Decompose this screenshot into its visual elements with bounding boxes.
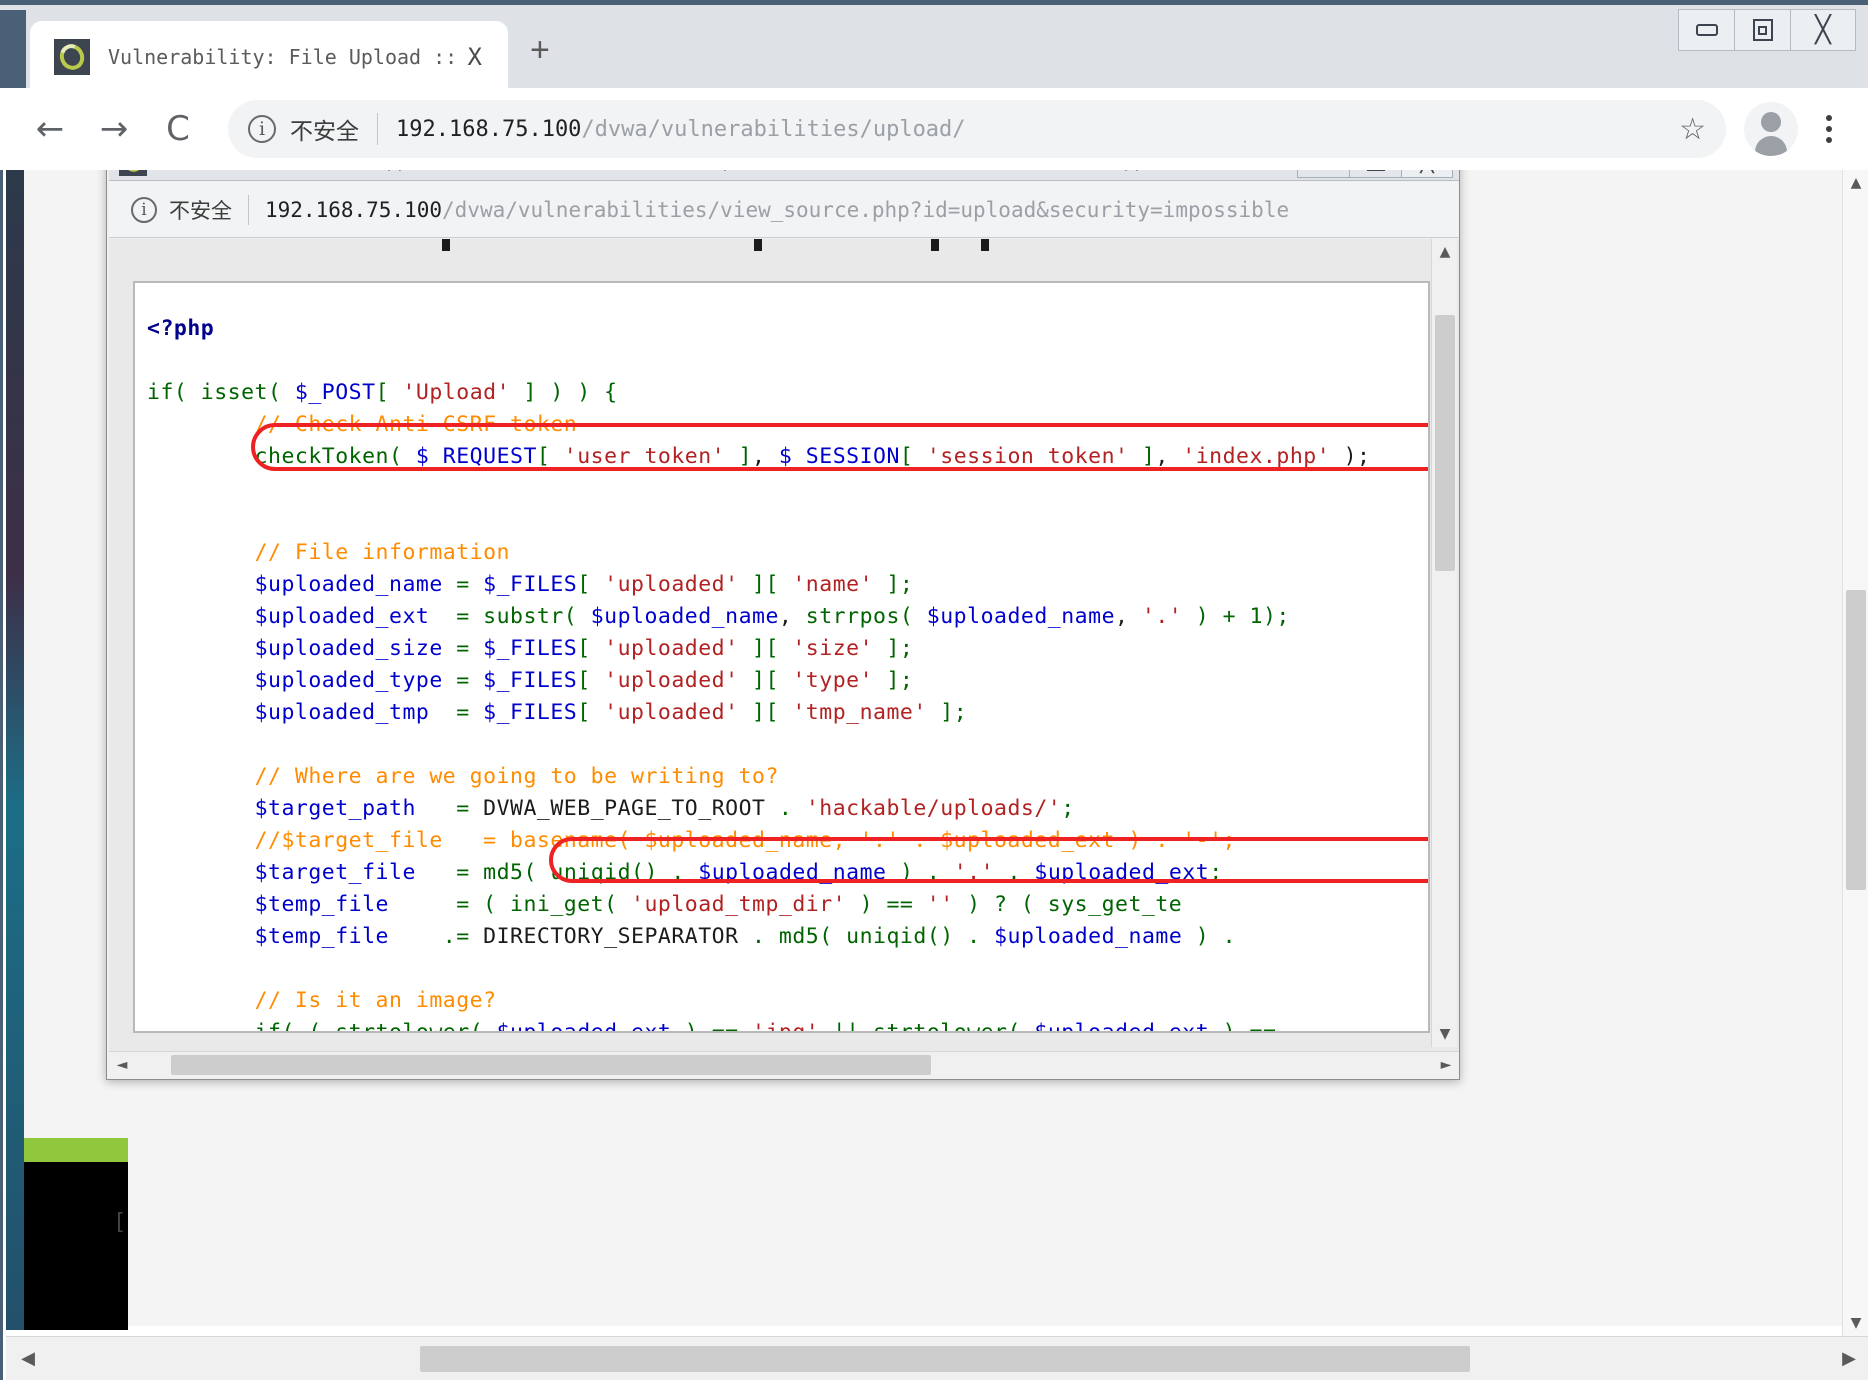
source-code-panel: <?php if( isset( $_POST[ 'Upload' ] ) ) … <box>133 281 1430 1033</box>
url-host: 192.168.75.100 <box>265 197 443 222</box>
scroll-left-icon[interactable]: ◀ <box>6 1337 50 1380</box>
inner-horizontal-scrollbar[interactable]: ◄ ► <box>109 1051 1459 1077</box>
maximize-icon <box>1366 170 1385 171</box>
outer-browser-window: Vulnerability: File Upload :: X + ╳ ← → … <box>0 0 1868 1380</box>
maximize-button[interactable] <box>1735 10 1791 50</box>
scroll-down-icon[interactable]: ▼ <box>1432 1021 1458 1047</box>
page-viewport: [ Damn Vulnerable Web Application (DVWA)… <box>0 170 1868 1380</box>
address-bar[interactable]: i 不安全 192.168.75.100/dvwa/vulnerabilitie… <box>228 100 1726 158</box>
new-tab-button[interactable]: + <box>530 33 550 67</box>
minimize-button[interactable] <box>1679 10 1735 50</box>
not-secure-label: 不安全 <box>290 119 359 145</box>
outer-window-controls: ╳ <box>1678 9 1856 51</box>
scroll-left-icon[interactable]: ◄ <box>109 1052 135 1078</box>
address-bar-url: 192.168.75.100/dvwa/vulnerabilities/uplo… <box>396 117 1667 142</box>
page-tick-marks <box>109 239 1459 253</box>
inner-window-controls: ╳ <box>1297 170 1453 178</box>
inner-address-bar[interactable]: i 不安全 192.168.75.100/dvwa/vulnerabilitie… <box>109 182 1459 238</box>
scroll-up-icon[interactable]: ▲ <box>1843 170 1868 196</box>
page-green-accent <box>24 1138 128 1162</box>
inner-window-titlebar[interactable]: Damn Vulnerable Web Application (DVWA) v… <box>109 170 1459 181</box>
browser-tab-strip: Vulnerability: File Upload :: X + ╳ <box>0 0 1868 93</box>
divider <box>377 113 378 145</box>
dvwa-logo-icon <box>119 170 147 176</box>
back-button[interactable]: ← <box>18 97 82 161</box>
browser-tab-title: Vulnerability: File Upload :: <box>108 45 458 69</box>
url-host: 192.168.75.100 <box>396 116 582 142</box>
inner-vertical-scrollbar[interactable]: ▲ ▼ <box>1431 239 1457 1047</box>
desktop-background-strip <box>6 170 24 1330</box>
page-dark-panel <box>24 1162 128 1330</box>
page-vertical-scrollbar[interactable]: ▲ ▼ <box>1842 170 1868 1336</box>
minimize-button[interactable] <box>1297 170 1349 178</box>
close-icon: ╳ <box>1420 170 1433 173</box>
window-left-edge <box>0 10 26 93</box>
scroll-right-icon[interactable]: ► <box>1433 1052 1459 1078</box>
scroll-down-icon[interactable]: ▼ <box>1843 1310 1868 1336</box>
inner-address-bar-url: 192.168.75.100/dvwa/vulnerabilities/view… <box>265 198 1459 222</box>
divider <box>248 194 249 225</box>
page-bracket-glyph: [ <box>113 1210 127 1235</box>
reload-button[interactable]: C <box>146 97 210 161</box>
scroll-right-icon[interactable]: ▶ <box>1827 1337 1868 1380</box>
browser-toolbar: ← → C i 不安全 192.168.75.100/dvwa/vulnerab… <box>0 88 1868 170</box>
url-path: /dvwa/vulnerabilities/view_source.php?id… <box>442 197 1290 222</box>
url-path: /dvwa/vulnerabilities/upload/ <box>581 116 966 142</box>
php-source-code: <?php if( isset( $_POST[ 'Upload' ] ) ) … <box>147 315 1371 1033</box>
avatar[interactable] <box>1744 102 1798 156</box>
close-button[interactable]: ╳ <box>1791 10 1855 50</box>
scrollbar-thumb[interactable] <box>1435 315 1455 571</box>
inner-browser-window: Damn Vulnerable Web Application (DVWA) v… <box>106 170 1460 1080</box>
scrollbar-thumb[interactable] <box>1846 590 1866 890</box>
scrollbar-track[interactable] <box>135 1052 1433 1078</box>
inner-window-title: Damn Vulnerable Web Application (DVWA) v… <box>159 170 1297 172</box>
scroll-up-icon[interactable]: ▲ <box>1432 239 1458 265</box>
close-icon: ╳ <box>1815 15 1831 45</box>
kebab-menu-icon[interactable] <box>1806 115 1852 143</box>
not-secure-label: 不安全 <box>169 198 232 223</box>
browser-tab-file-upload[interactable]: Vulnerability: File Upload :: X <box>30 21 508 93</box>
close-button[interactable]: ╳ <box>1401 170 1453 178</box>
site-info-icon[interactable]: i <box>248 115 276 143</box>
site-info-icon[interactable]: i <box>131 196 157 223</box>
minimize-icon <box>1695 24 1718 36</box>
scrollbar-thumb[interactable] <box>171 1054 931 1075</box>
scrollbar-track[interactable] <box>50 1336 1827 1380</box>
maximize-button[interactable] <box>1349 170 1401 178</box>
scrollbar-thumb[interactable] <box>420 1345 1470 1372</box>
dvwa-logo-icon <box>54 39 90 75</box>
forward-button[interactable]: → <box>82 97 146 161</box>
maximize-icon <box>1752 19 1773 41</box>
inner-page-content: <?php if( isset( $_POST[ 'Upload' ] ) ) … <box>109 239 1459 1077</box>
bookmark-star-icon[interactable]: ☆ <box>1679 112 1706 147</box>
close-icon[interactable]: X <box>468 43 482 71</box>
page-horizontal-scrollbar[interactable]: ◀ ▶ <box>6 1336 1868 1380</box>
